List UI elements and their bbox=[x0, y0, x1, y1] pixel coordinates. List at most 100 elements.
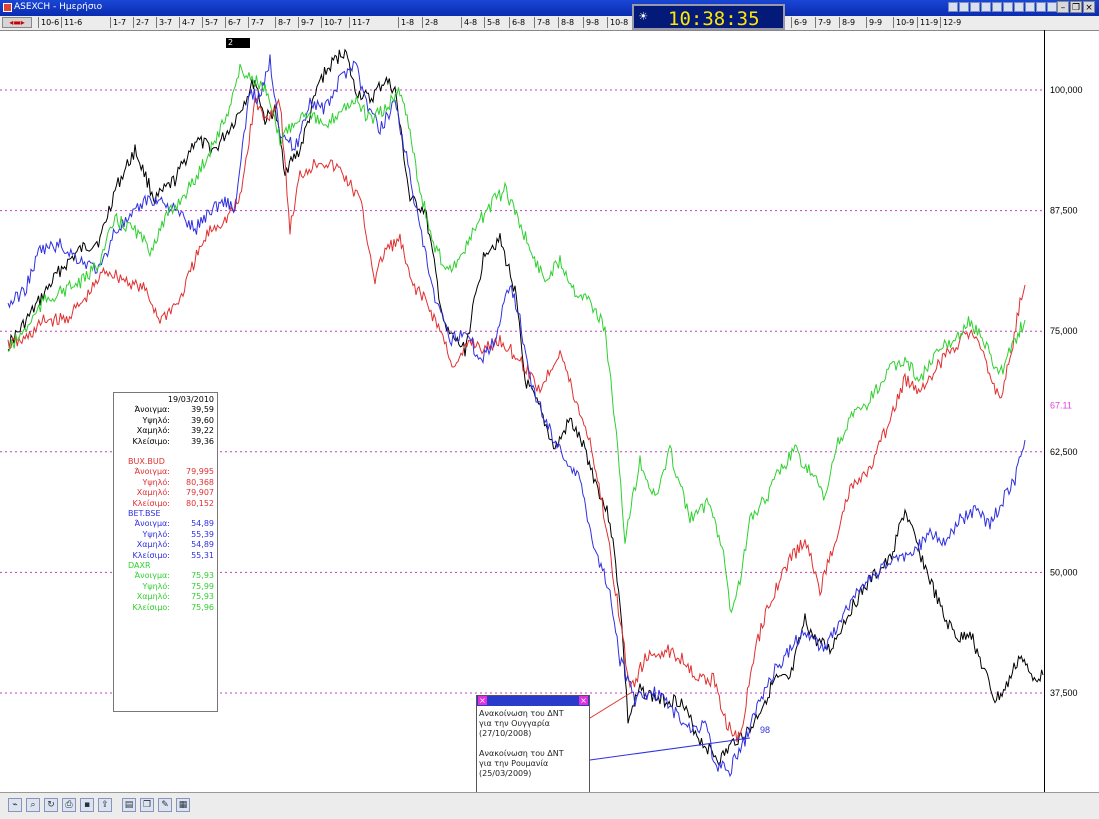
end-value-label: 67.11 bbox=[1050, 400, 1072, 410]
date-label: 11-9 bbox=[917, 17, 938, 28]
annotation-line: Ανακοίνωση του ΔΝΤ bbox=[479, 749, 564, 758]
window-title: ASEXCH - Ημερήσιο bbox=[14, 2, 103, 12]
date-label: 8-7 bbox=[275, 17, 291, 28]
stats-row: Κλείσιμο: 80,152 bbox=[132, 498, 214, 508]
date-label: 2-8 bbox=[422, 17, 438, 28]
save-icon[interactable]: ▪ bbox=[80, 798, 94, 812]
date-label: 5-8 bbox=[484, 17, 500, 28]
annotation-line: για την Ρουμανία bbox=[479, 759, 549, 768]
nav-up-icon[interactable] bbox=[992, 2, 1002, 12]
date-label: 10-6 bbox=[38, 17, 59, 28]
y-tick-label: 87,500 bbox=[1050, 206, 1078, 216]
close-icon[interactable]: × bbox=[1083, 1, 1095, 13]
date-label: 7-8 bbox=[534, 17, 550, 28]
annotation-line: για την Ουγγαρία bbox=[479, 719, 550, 728]
stats-row: Κλείσιμο: 75,96 bbox=[132, 602, 214, 612]
window-controls: – ❐ × bbox=[1057, 1, 1095, 13]
clock-display: ☀ 10:38:35 bbox=[632, 4, 785, 30]
folder-icon[interactable]: ▦ bbox=[176, 798, 190, 812]
axis-line bbox=[1044, 30, 1045, 792]
annotation-line: (27/10/2008) bbox=[479, 729, 532, 738]
nav-icons bbox=[948, 2, 1057, 12]
stats-group-name: DAXR bbox=[128, 561, 151, 570]
nav-zoom-in-icon[interactable] bbox=[1014, 2, 1024, 12]
edit-icon[interactable]: ✎ bbox=[158, 798, 172, 812]
annotation-text: Ανακοίνωση του ΔΝΤ για την Ουγγαρία (27/10… bbox=[477, 706, 589, 782]
back-button[interactable]: ◂▬▸ bbox=[2, 17, 32, 28]
date-label: 9-7 bbox=[298, 17, 314, 28]
title-bar: ASEXCH - Ημερήσιο – ❐ × bbox=[0, 0, 1099, 16]
y-tick-label: 75,000 bbox=[1050, 326, 1078, 336]
refresh-icon[interactable]: ↻ bbox=[44, 798, 58, 812]
date-label: 4-8 bbox=[461, 17, 477, 28]
date-label: 9-8 bbox=[583, 17, 599, 28]
stats-row: Άνοιγμα: 39,59 bbox=[134, 405, 214, 415]
bottom-toolbar: ⌁ ⌕ ↻ ⎙ ▪ ⇪ ▤ ❐ ✎ ▦ bbox=[0, 792, 1099, 819]
export-icon[interactable]: ⇪ bbox=[98, 798, 112, 812]
stats-row: Κλείσιμο: 55,31 bbox=[132, 550, 214, 560]
close-icon[interactable]: × bbox=[478, 696, 487, 705]
stats-row: Άνοιγμα: 79,995 bbox=[134, 467, 214, 477]
date-label: 3-7 bbox=[156, 17, 172, 28]
stats-row: Υψηλό: 39,60 bbox=[142, 415, 214, 425]
stats-row: Υψηλό: 55,39 bbox=[142, 529, 214, 539]
date-label: 10-9 bbox=[893, 17, 914, 28]
date-label: 9-9 bbox=[866, 17, 882, 28]
nav-first-icon[interactable] bbox=[948, 2, 958, 12]
annotation-line: Ανακοίνωση του ΔΝΤ bbox=[479, 709, 564, 718]
close-icon[interactable]: × bbox=[579, 696, 588, 705]
y-tick-label: 62,500 bbox=[1050, 447, 1078, 457]
nav-settings-icon[interactable] bbox=[1036, 2, 1046, 12]
print-icon[interactable]: ⎙ bbox=[62, 798, 76, 812]
date-label: 10-7 bbox=[321, 17, 342, 28]
clock-time: 10:38:35 bbox=[668, 8, 760, 30]
nav-prev-icon[interactable] bbox=[959, 2, 969, 12]
y-tick-label: 50,000 bbox=[1050, 567, 1078, 577]
series-point-label: 98 bbox=[760, 725, 770, 735]
date-axis-bar: ◂▬▸ 10-6 11-6 1-7 2-7 3-7 4-7 5-7 6-7 7-7 8-7 9-7 1… bbox=[0, 16, 1099, 31]
date-label: 11-7 bbox=[349, 17, 370, 28]
stats-row: Χαμηλό: 75,93 bbox=[136, 592, 214, 602]
callout-line bbox=[589, 691, 633, 719]
date-label: 7-7 bbox=[248, 17, 264, 28]
date-label: 11-6 bbox=[61, 17, 82, 28]
stats-row: Άνοιγμα: 54,89 bbox=[134, 519, 214, 529]
stats-row: Υψηλό: 75,99 bbox=[142, 581, 214, 591]
date-label: 8-8 bbox=[558, 17, 574, 28]
nav-next-icon[interactable] bbox=[970, 2, 980, 12]
database-icon[interactable]: ▤ bbox=[122, 798, 136, 812]
date-label: 2-7 bbox=[133, 17, 149, 28]
stats-row: 19/03/2010 bbox=[167, 395, 214, 404]
minimize-icon[interactable]: – bbox=[1057, 1, 1069, 13]
nav-info-icon[interactable] bbox=[1047, 2, 1057, 12]
stats-row: Υψηλό: 80,368 bbox=[142, 477, 214, 487]
y-tick-label: 100,000 bbox=[1050, 85, 1083, 95]
stats-row: Χαμηλό: 54,89 bbox=[136, 540, 214, 550]
clock-icon: ☀ bbox=[639, 9, 648, 25]
date-label: 6-7 bbox=[225, 17, 241, 28]
nav-zoom-out-icon[interactable] bbox=[1025, 2, 1035, 12]
stats-row: Άνοιγμα: 75,93 bbox=[134, 571, 214, 581]
zoom-icon[interactable]: ⌕ bbox=[26, 798, 40, 812]
date-label: 12-9 bbox=[940, 17, 961, 28]
stats-row: Χαμηλό: 39,22 bbox=[136, 426, 214, 436]
chart-line-icon[interactable]: ⌁ bbox=[8, 798, 22, 812]
date-label: 5-7 bbox=[202, 17, 218, 28]
date-label: 6-8 bbox=[509, 17, 525, 28]
restore-icon[interactable]: ❐ bbox=[1070, 1, 1082, 13]
annotation-line bbox=[479, 739, 587, 749]
stats-group-name: BET.BSE bbox=[128, 509, 161, 518]
date-label: 8-9 bbox=[839, 17, 855, 28]
annotation-header: × × bbox=[477, 696, 589, 706]
date-label: 7-9 bbox=[815, 17, 831, 28]
stats-row: Χαμηλό: 79,907 bbox=[136, 488, 214, 498]
annotation-line: (25/03/2009) bbox=[479, 769, 532, 778]
copy-icon[interactable]: ❐ bbox=[140, 798, 154, 812]
annotation-box[interactable]: × × Ανακοίνωση του ΔΝΤ για την Ουγγαρία (27/… bbox=[476, 695, 590, 794]
date-label: 6-9 bbox=[791, 17, 807, 28]
stats-panel: 19/03/2010 Άνοιγμα: 39,59 Υψηλό: 39,60 Χαμηλό… bbox=[113, 392, 218, 712]
date-label: 1-8 bbox=[398, 17, 414, 28]
nav-down-icon[interactable] bbox=[1003, 2, 1013, 12]
date-label: 1-7 bbox=[110, 17, 126, 28]
nav-last-icon[interactable] bbox=[981, 2, 991, 12]
